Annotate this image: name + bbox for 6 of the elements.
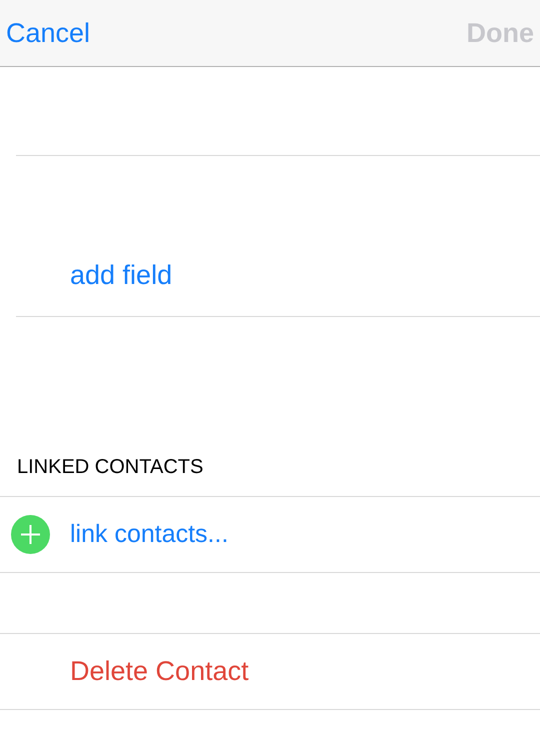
add-icon[interactable]	[11, 515, 50, 554]
delete-contact-button[interactable]: Delete Contact	[70, 651, 249, 692]
link-contacts-button[interactable]: link contacts...	[70, 516, 228, 554]
section-header: LINKED CONTACTS	[17, 455, 204, 480]
add-field-button[interactable]: add field	[70, 254, 172, 295]
cancel-button[interactable]: Cancel	[6, 12, 90, 54]
